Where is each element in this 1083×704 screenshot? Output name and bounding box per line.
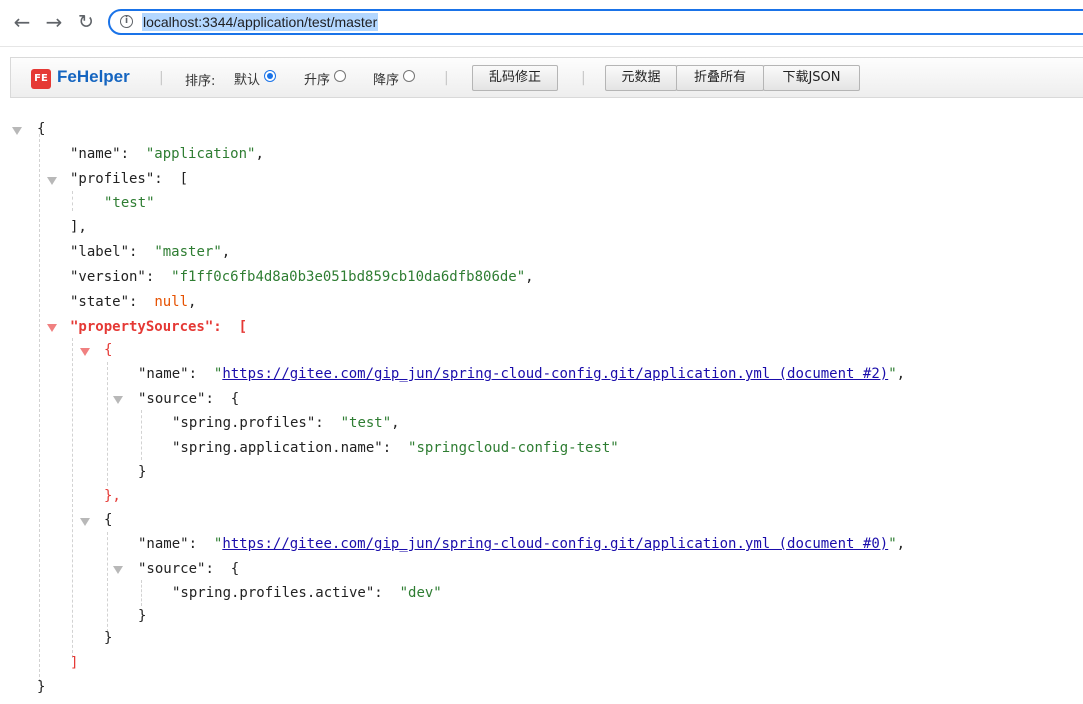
indent-guide <box>107 362 108 486</box>
json-key: "source" <box>138 391 206 407</box>
json-key: "spring.profiles.active" <box>172 585 375 601</box>
json-array-close: ] <box>70 655 79 671</box>
json-array-open: [ <box>179 171 189 187</box>
indent-guide <box>141 580 142 606</box>
radio-unchecked-icon[interactable] <box>403 69 416 82</box>
collapse-all-button[interactable]: 折叠所有 <box>676 65 764 91</box>
site-info-icon[interactable]: i <box>120 15 133 28</box>
radio-unchecked-icon[interactable] <box>334 69 347 82</box>
json-key: "spring.application.name" <box>172 440 383 456</box>
collapse-toggle-icon[interactable] <box>12 127 22 135</box>
json-string-value: "dev" <box>399 585 442 601</box>
json-object-close: } <box>104 630 113 646</box>
json-object-close: }, <box>104 488 121 504</box>
json-null-value: null <box>154 294 189 310</box>
forward-arrow-icon[interactable]: → <box>41 8 67 36</box>
toolbar-separator: | <box>444 70 449 86</box>
address-bar[interactable]: i localhost:3344/application/test/master <box>108 9 1083 35</box>
json-object-open: { <box>230 391 240 407</box>
json-source-entry: "spring.profiles": "test", <box>172 415 400 431</box>
download-json-button[interactable]: 下载JSON <box>763 65 860 91</box>
json-key: "spring.profiles" <box>172 415 316 431</box>
json-string-value: "application" <box>145 146 256 162</box>
json-entry-source: "source": { <box>138 561 240 577</box>
json-key: "state" <box>70 294 130 310</box>
json-entry-label: "label": "master", <box>70 244 231 260</box>
json-entry-source-name: "name": "https://gitee.com/gip_jun/sprin… <box>138 536 906 552</box>
json-string-value: "f1ff0c6fb4d8a0b3e051bd859cb10da6dfb806d… <box>171 269 526 285</box>
json-array-item: "test" <box>104 195 155 211</box>
collapse-toggle-icon[interactable] <box>113 396 123 404</box>
back-arrow-icon[interactable]: ← <box>9 8 35 36</box>
fix-encoding-button[interactable]: 乱码修正 <box>472 65 558 91</box>
json-array-close: ], <box>70 219 87 235</box>
json-source-entry: "spring.profiles.active": "dev" <box>172 585 442 601</box>
json-entry-name: "name": "application", <box>70 146 264 162</box>
json-array-open: [ <box>238 319 248 335</box>
sort-option-default[interactable]: 默认 <box>234 69 277 88</box>
json-object-close: } <box>138 608 147 624</box>
collapse-toggle-icon[interactable] <box>47 177 57 185</box>
json-key: "name" <box>138 536 189 552</box>
sort-option-asc[interactable]: 升序 <box>304 69 347 88</box>
source-url-link[interactable]: https://gitee.com/gip_jun/spring-cloud-c… <box>222 536 888 552</box>
json-key: "profiles" <box>70 171 155 187</box>
sort-option-label: 降序 <box>373 73 400 88</box>
json-key: "name" <box>138 366 189 382</box>
json-key: "propertySources" <box>70 319 214 335</box>
radio-checked-icon[interactable] <box>264 69 277 82</box>
collapse-toggle-icon[interactable] <box>47 324 57 332</box>
metadata-button[interactable]: 元数据 <box>605 65 677 91</box>
json-viewer: { "name": "application", "profiles": [ "… <box>0 112 1083 704</box>
json-object-close: } <box>138 464 147 480</box>
json-entry-source: "source": { <box>138 391 240 407</box>
json-object-open: { <box>104 512 113 528</box>
browser-toolbar: ← → ↻ i localhost:3344/application/test/… <box>0 0 1083 47</box>
json-entry-version: "version": "f1ff0c6fb4d8a0b3e051bd859cb1… <box>70 269 534 285</box>
sort-option-label: 升序 <box>304 73 331 88</box>
collapse-toggle-icon[interactable] <box>80 518 90 526</box>
collapse-toggle-icon[interactable] <box>113 566 123 574</box>
fehelper-toolbar: FE FeHelper | 排序: 默认 升序 降序 | 乱码修正 | 元数据 … <box>10 57 1083 98</box>
json-string-value: "springcloud-config-test" <box>408 440 619 456</box>
reload-icon[interactable]: ↻ <box>73 8 99 36</box>
source-url-link[interactable]: https://gitee.com/gip_jun/spring-cloud-c… <box>222 366 888 382</box>
json-entry-property-sources: "propertySources": [ <box>70 319 248 335</box>
sort-label: 排序: <box>185 74 216 89</box>
sort-option-label: 默认 <box>234 73 261 88</box>
indent-guide <box>39 134 40 682</box>
json-string-value: "master" <box>154 244 222 260</box>
toolbar-separator: | <box>159 70 164 86</box>
json-entry-profiles: "profiles": [ <box>70 171 189 187</box>
url-text[interactable]: localhost:3344/application/test/master <box>142 13 379 31</box>
json-entry-source-name: "name": "https://gitee.com/gip_jun/sprin… <box>138 366 906 382</box>
json-key: "name" <box>70 146 121 162</box>
fehelper-logo-icon: FE <box>31 69 51 89</box>
indent-guide <box>141 410 142 460</box>
json-open-brace: { <box>37 121 46 137</box>
json-key: "source" <box>138 561 206 577</box>
json-key: "version" <box>70 269 146 285</box>
sort-option-desc[interactable]: 降序 <box>373 69 416 88</box>
json-string-value: "test" <box>340 415 392 431</box>
json-source-entry: "spring.application.name": "springcloud-… <box>172 440 619 456</box>
indent-guide <box>107 532 108 632</box>
json-close-brace: } <box>37 679 46 695</box>
json-entry-state: "state": null, <box>70 294 197 310</box>
indent-guide <box>72 191 73 211</box>
json-object-open: { <box>230 561 240 577</box>
json-key: "label" <box>70 244 130 260</box>
collapse-toggle-icon[interactable] <box>80 348 90 356</box>
indent-guide <box>72 338 73 658</box>
json-object-open: { <box>104 342 113 358</box>
fehelper-title[interactable]: FeHelper <box>57 67 130 87</box>
toolbar-separator: | <box>581 70 586 86</box>
